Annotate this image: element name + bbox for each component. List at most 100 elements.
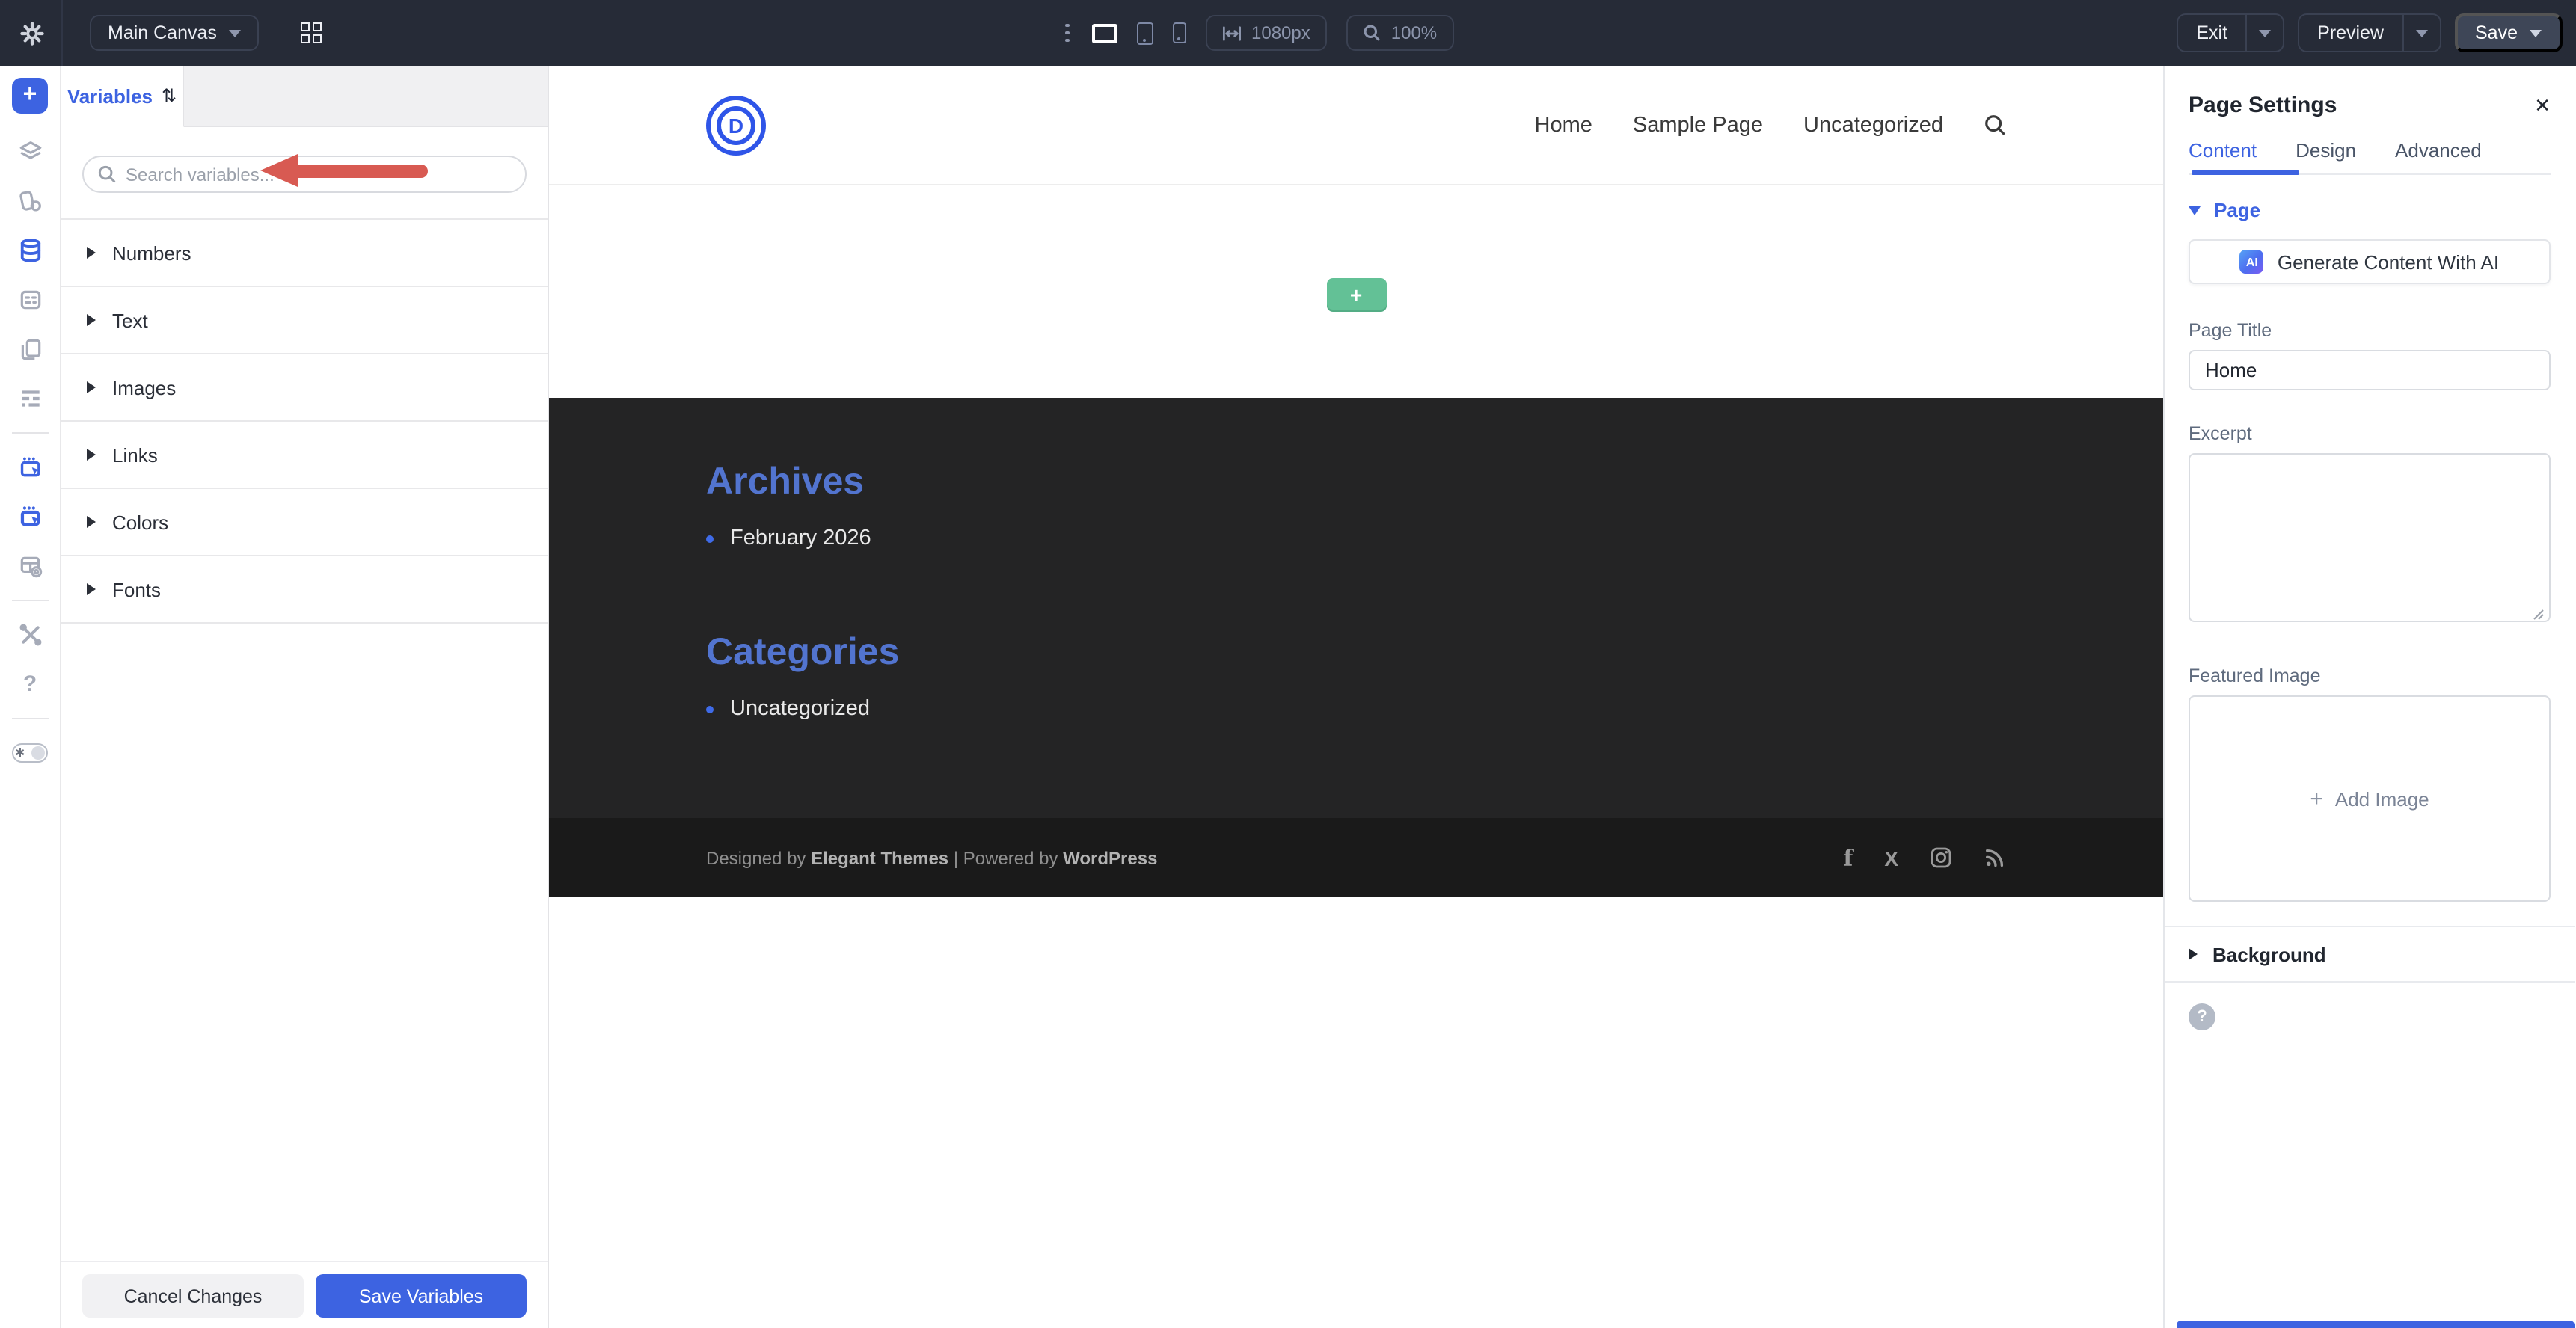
exit-button-group: Exit: [2177, 13, 2284, 52]
exit-button[interactable]: Exit: [2178, 15, 2245, 51]
featured-image-label: Featured Image: [2189, 665, 2551, 686]
nav-link-home[interactable]: Home: [1535, 113, 1592, 137]
footer-link-wordpress[interactable]: WordPress: [1063, 847, 1157, 868]
empty-section-zone: +: [549, 185, 2163, 398]
footer-link-elegant-themes[interactable]: Elegant Themes: [811, 847, 948, 868]
search-icon: [97, 165, 117, 184]
chevron-down-icon: [2189, 206, 2201, 215]
accordion-section-fonts[interactable]: Fonts: [61, 556, 548, 624]
builder-settings-gear-icon[interactable]: [19, 20, 45, 46]
plus-icon: +: [1350, 282, 1362, 306]
tab-variables[interactable]: Variables ⇅: [61, 66, 184, 127]
site-search-icon[interactable]: [1984, 114, 2006, 136]
add-section-button[interactable]: +: [1326, 278, 1386, 310]
tab-design[interactable]: Design: [2296, 139, 2356, 162]
desktop-view-icon[interactable]: [1091, 23, 1117, 43]
panel-bottom-accent-bar: [2177, 1321, 2575, 1328]
help-icon[interactable]: ?: [0, 660, 61, 709]
canvas-zoom-control[interactable]: 100%: [1346, 15, 1453, 51]
divi-builder-app: Main Canvas 1080px 100%: [0, 0, 2576, 1328]
site-nav: Home Sample Page Uncategorized: [1535, 113, 2007, 137]
chevron-right-icon: [2189, 948, 2198, 960]
tab-advanced[interactable]: Advanced: [2395, 139, 2482, 162]
phone-view-icon[interactable]: [1172, 22, 1186, 43]
variables-panel: Variables ⇅ Numbers: [61, 66, 549, 1328]
chevron-right-icon: [87, 381, 96, 393]
preview-dropdown-toggle[interactable]: [2402, 15, 2439, 51]
chevron-right-icon: [87, 449, 96, 461]
archives-heading[interactable]: Archives: [706, 461, 2006, 504]
variables-database-icon[interactable]: [0, 226, 61, 275]
accordion-section-numbers[interactable]: Numbers: [61, 220, 548, 287]
site-header: D Home Sample Page Uncategorized: [549, 66, 2163, 185]
add-element-button[interactable]: +: [12, 78, 48, 114]
chevron-down-icon: [2415, 29, 2427, 37]
cancel-changes-button[interactable]: Cancel Changes: [82, 1274, 304, 1318]
canvas-grid-view-icon[interactable]: [301, 22, 322, 43]
gear-toggle-icon: ✱: [12, 743, 48, 763]
accordion-section-text[interactable]: Text: [61, 287, 548, 354]
chevron-down-icon: [2530, 29, 2542, 37]
rss-icon[interactable]: [1984, 846, 2006, 869]
save-button[interactable]: Save: [2454, 13, 2563, 52]
nav-link-uncategorized[interactable]: Uncategorized: [1803, 113, 1943, 137]
tools-icon[interactable]: [0, 610, 61, 660]
page-canvas[interactable]: D Home Sample Page Uncategorized + Archi…: [549, 66, 2163, 1328]
builder-mode-toggle[interactable]: ✱: [0, 728, 61, 778]
tablet-view-icon[interactable]: [1136, 22, 1153, 44]
excerpt-label: Excerpt: [2189, 423, 2551, 444]
pages-copy-icon[interactable]: [0, 325, 61, 374]
excerpt-textarea[interactable]: [2189, 453, 2551, 622]
divi-logo[interactable]: D: [706, 95, 766, 155]
canvas-width-control[interactable]: 1080px: [1205, 15, 1327, 51]
accordion-section-colors[interactable]: Colors: [61, 489, 548, 556]
nav-link-sample-page[interactable]: Sample Page: [1633, 113, 1763, 137]
sort-arrows-icon: ⇅: [162, 85, 177, 106]
resize-grip-icon[interactable]: [2533, 609, 2545, 621]
categories-heading[interactable]: Categories: [706, 631, 2006, 674]
plus-icon: +: [23, 82, 37, 109]
facebook-icon[interactable]: f: [1843, 844, 1853, 871]
left-icon-rail: +: [0, 66, 61, 1328]
add-image-label: Add Image: [2335, 787, 2429, 810]
interactions-alt-icon[interactable]: [0, 492, 61, 541]
settings-tabs: Content Design Advanced: [2189, 139, 2551, 175]
canvas-selector-dropdown[interactable]: Main Canvas: [90, 15, 259, 51]
canvas-zoom-value: 100%: [1391, 22, 1437, 43]
canvas-options-kebab-icon[interactable]: [1065, 24, 1069, 43]
background-section-toggle[interactable]: Background: [2189, 927, 2551, 981]
instagram-icon[interactable]: [1930, 846, 1952, 869]
chevron-right-icon: [87, 314, 96, 326]
panel-help-icon[interactable]: ?: [2189, 1003, 2215, 1030]
zoom-magnifier-icon: [1363, 24, 1381, 42]
window-settings-icon[interactable]: [0, 541, 61, 591]
generate-content-ai-button[interactable]: AI Generate Content With AI: [2189, 239, 2551, 284]
featured-image-dropzone[interactable]: + Add Image: [2189, 695, 2551, 902]
chevron-down-icon: [229, 29, 241, 37]
modules-icon[interactable]: [0, 275, 61, 325]
toolbar-seam: [61, 0, 63, 66]
archive-list-item[interactable]: February 2026: [706, 526, 2006, 550]
page-title-input[interactable]: [2189, 350, 2551, 390]
accordion-section-images[interactable]: Images: [61, 354, 548, 422]
annotation-arrow: [260, 154, 428, 187]
layers-icon[interactable]: [0, 127, 61, 176]
preview-button[interactable]: Preview: [2299, 15, 2402, 51]
layer-list-icon[interactable]: [0, 374, 61, 423]
x-twitter-icon[interactable]: X: [1884, 846, 1898, 870]
page-section-toggle[interactable]: Page: [2189, 199, 2551, 221]
save-variables-button[interactable]: Save Variables: [316, 1274, 527, 1318]
site-dark-section[interactable]: Archives February 2026 Categories Uncate…: [549, 398, 2163, 818]
interactions-icon[interactable]: [0, 443, 61, 492]
category-list-item[interactable]: Uncategorized: [706, 697, 2006, 721]
tab-content[interactable]: Content: [2189, 139, 2257, 162]
close-icon[interactable]: ✕: [2534, 93, 2551, 117]
canvas-selector-label: Main Canvas: [108, 22, 217, 43]
bullet-icon: [706, 705, 714, 713]
chevron-right-icon: [87, 247, 96, 259]
accordion-section-links[interactable]: Links: [61, 422, 548, 489]
exit-dropdown-toggle[interactable]: [2245, 15, 2283, 51]
design-presets-icon[interactable]: [0, 176, 61, 226]
rail-divider: [11, 718, 49, 719]
chevron-right-icon: [87, 516, 96, 528]
